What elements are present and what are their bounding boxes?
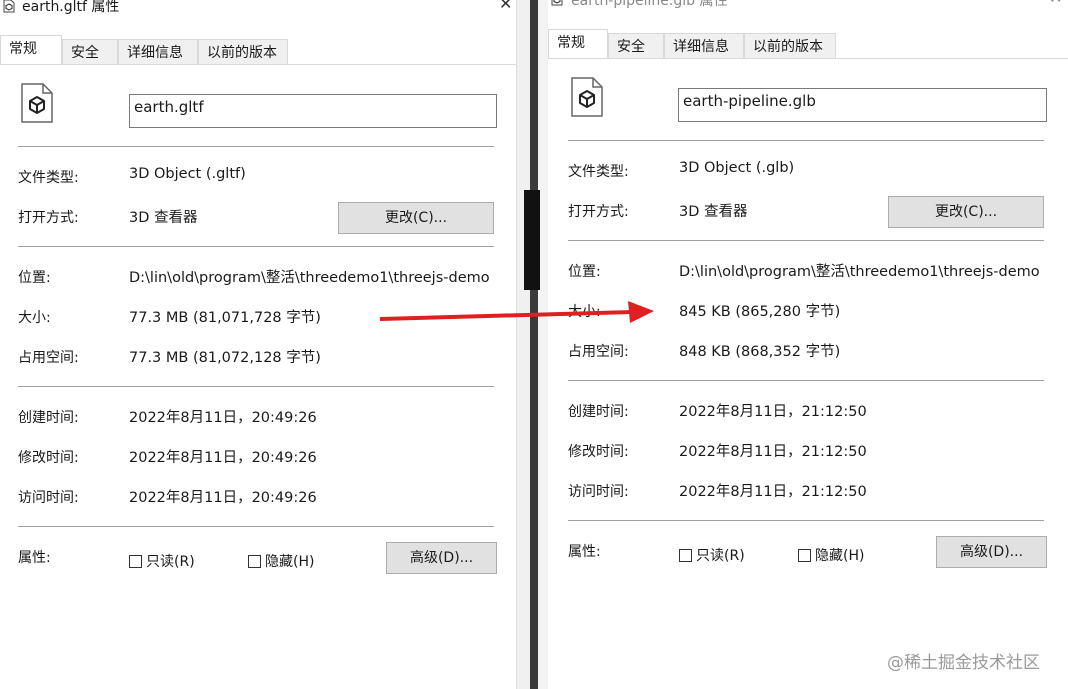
background-window-fragment [524,190,540,290]
size-on-disk-value: 77.3 MB (81,072,128 字节) [129,350,321,366]
readonly-label: 只读(R) [146,554,195,570]
size-label: 大小: [568,304,601,320]
3d-object-icon [21,83,53,123]
background-gap [530,0,538,689]
accessed-value: 2022年8月11日，21:12:50 [679,484,867,500]
open-with-value: 3D 查看器 [679,204,748,220]
title-bar: earth-pipeline.glb 属性 ✕ [548,0,1068,9]
tab-general[interactable]: 常规 [0,35,62,65]
file-type-value: 3D Object (.glb) [679,160,795,176]
advanced-button[interactable]: 高级(D)... [936,536,1047,568]
separator [568,520,1044,521]
close-icon[interactable]: ✕ [499,0,512,13]
modified-label: 修改时间: [18,450,79,466]
separator [568,240,1044,241]
location-value: D:\lin\old\program\整活\threedemo1\threejs… [129,270,490,286]
background-gap [516,0,531,689]
size-label: 大小: [18,310,51,326]
filename-input[interactable]: earth.gltf [129,94,497,128]
change-button[interactable]: 更改(C)... [888,196,1044,228]
open-with-label: 打开方式: [568,204,629,220]
modified-label: 修改时间: [568,444,629,460]
size-value: 77.3 MB (81,071,728 字节) [129,310,321,326]
hidden-label: 隐藏(H) [815,548,865,564]
file-icon [551,0,563,6]
created-label: 创建时间: [18,410,79,426]
tab-details[interactable]: 详细信息 [664,33,744,59]
readonly-checkbox[interactable]: 只读(R) [679,545,745,565]
hidden-label: 隐藏(H) [265,554,315,570]
separator [18,386,494,387]
file-type-label: 文件类型: [18,170,79,186]
tab-security[interactable]: 安全 [608,33,664,59]
size-on-disk-value: 848 KB (868,352 字节) [679,344,841,360]
accessed-label: 访问时间: [568,484,629,500]
advanced-button[interactable]: 高级(D)... [386,542,497,574]
close-icon[interactable]: ✕ [1049,0,1062,7]
checkbox-box[interactable] [129,554,142,568]
separator [18,246,494,247]
tab-previous-versions[interactable]: 以前的版本 [198,39,288,65]
open-with-value: 3D 查看器 [129,210,198,226]
created-value: 2022年8月11日，20:49:26 [129,410,317,426]
accessed-label: 访问时间: [18,490,79,506]
attributes-label: 属性: [568,544,601,560]
change-button[interactable]: 更改(C)... [338,202,494,234]
created-label: 创建时间: [568,404,629,420]
tab-bar: 常规 安全 详细信息 以前的版本 [548,29,1068,59]
size-on-disk-label: 占用空间: [18,350,79,366]
3d-object-icon [571,77,603,117]
separator [568,380,1044,381]
properties-dialog-earth-gltf: earth.gltf 属性 ✕ 常规 安全 详细信息 以前的版本 earth.g… [0,0,516,689]
hidden-checkbox[interactable]: 隐藏(H) [248,551,314,571]
tab-panel-border [0,64,516,65]
created-value: 2022年8月11日，21:12:50 [679,404,867,420]
properties-dialog-earth-pipeline-glb: earth-pipeline.glb 属性 ✕ 常规 安全 详细信息 以前的版本… [548,0,1068,689]
location-label: 位置: [18,270,51,286]
title-bar: earth.gltf 属性 ✕ [0,0,516,15]
window-title: earth.gltf 属性 [22,0,120,15]
file-icon [3,0,15,13]
location-value: D:\lin\old\program\整活\threedemo1\threejs… [679,264,1040,280]
tab-previous-versions[interactable]: 以前的版本 [744,33,836,59]
checkbox-box[interactable] [248,554,261,568]
readonly-checkbox[interactable]: 只读(R) [129,551,195,571]
file-type-value: 3D Object (.gltf) [129,166,246,182]
filename-input[interactable]: earth-pipeline.glb [678,88,1047,122]
separator [18,146,494,147]
readonly-label: 只读(R) [696,548,745,564]
file-type-label: 文件类型: [568,164,629,180]
watermark: @稀土掘金技术社区 [887,653,1040,673]
tab-details[interactable]: 详细信息 [118,39,198,65]
checkbox-box[interactable] [798,548,811,562]
hidden-checkbox[interactable]: 隐藏(H) [798,545,864,565]
open-with-label: 打开方式: [18,210,79,226]
window-title: earth-pipeline.glb 属性 [571,0,728,9]
attributes-label: 属性: [18,550,51,566]
accessed-value: 2022年8月11日，20:49:26 [129,490,317,506]
size-on-disk-label: 占用空间: [568,344,629,360]
location-label: 位置: [568,264,601,280]
separator [18,526,494,527]
tab-panel-border [548,58,1068,59]
tab-bar: 常规 安全 详细信息 以前的版本 [0,35,516,65]
separator [568,140,1044,141]
tab-general[interactable]: 常规 [548,29,608,59]
checkbox-box[interactable] [679,548,692,562]
tab-security[interactable]: 安全 [62,39,118,65]
size-value: 845 KB (865,280 字节) [679,304,841,320]
modified-value: 2022年8月11日，20:49:26 [129,450,317,466]
modified-value: 2022年8月11日，21:12:50 [679,444,867,460]
